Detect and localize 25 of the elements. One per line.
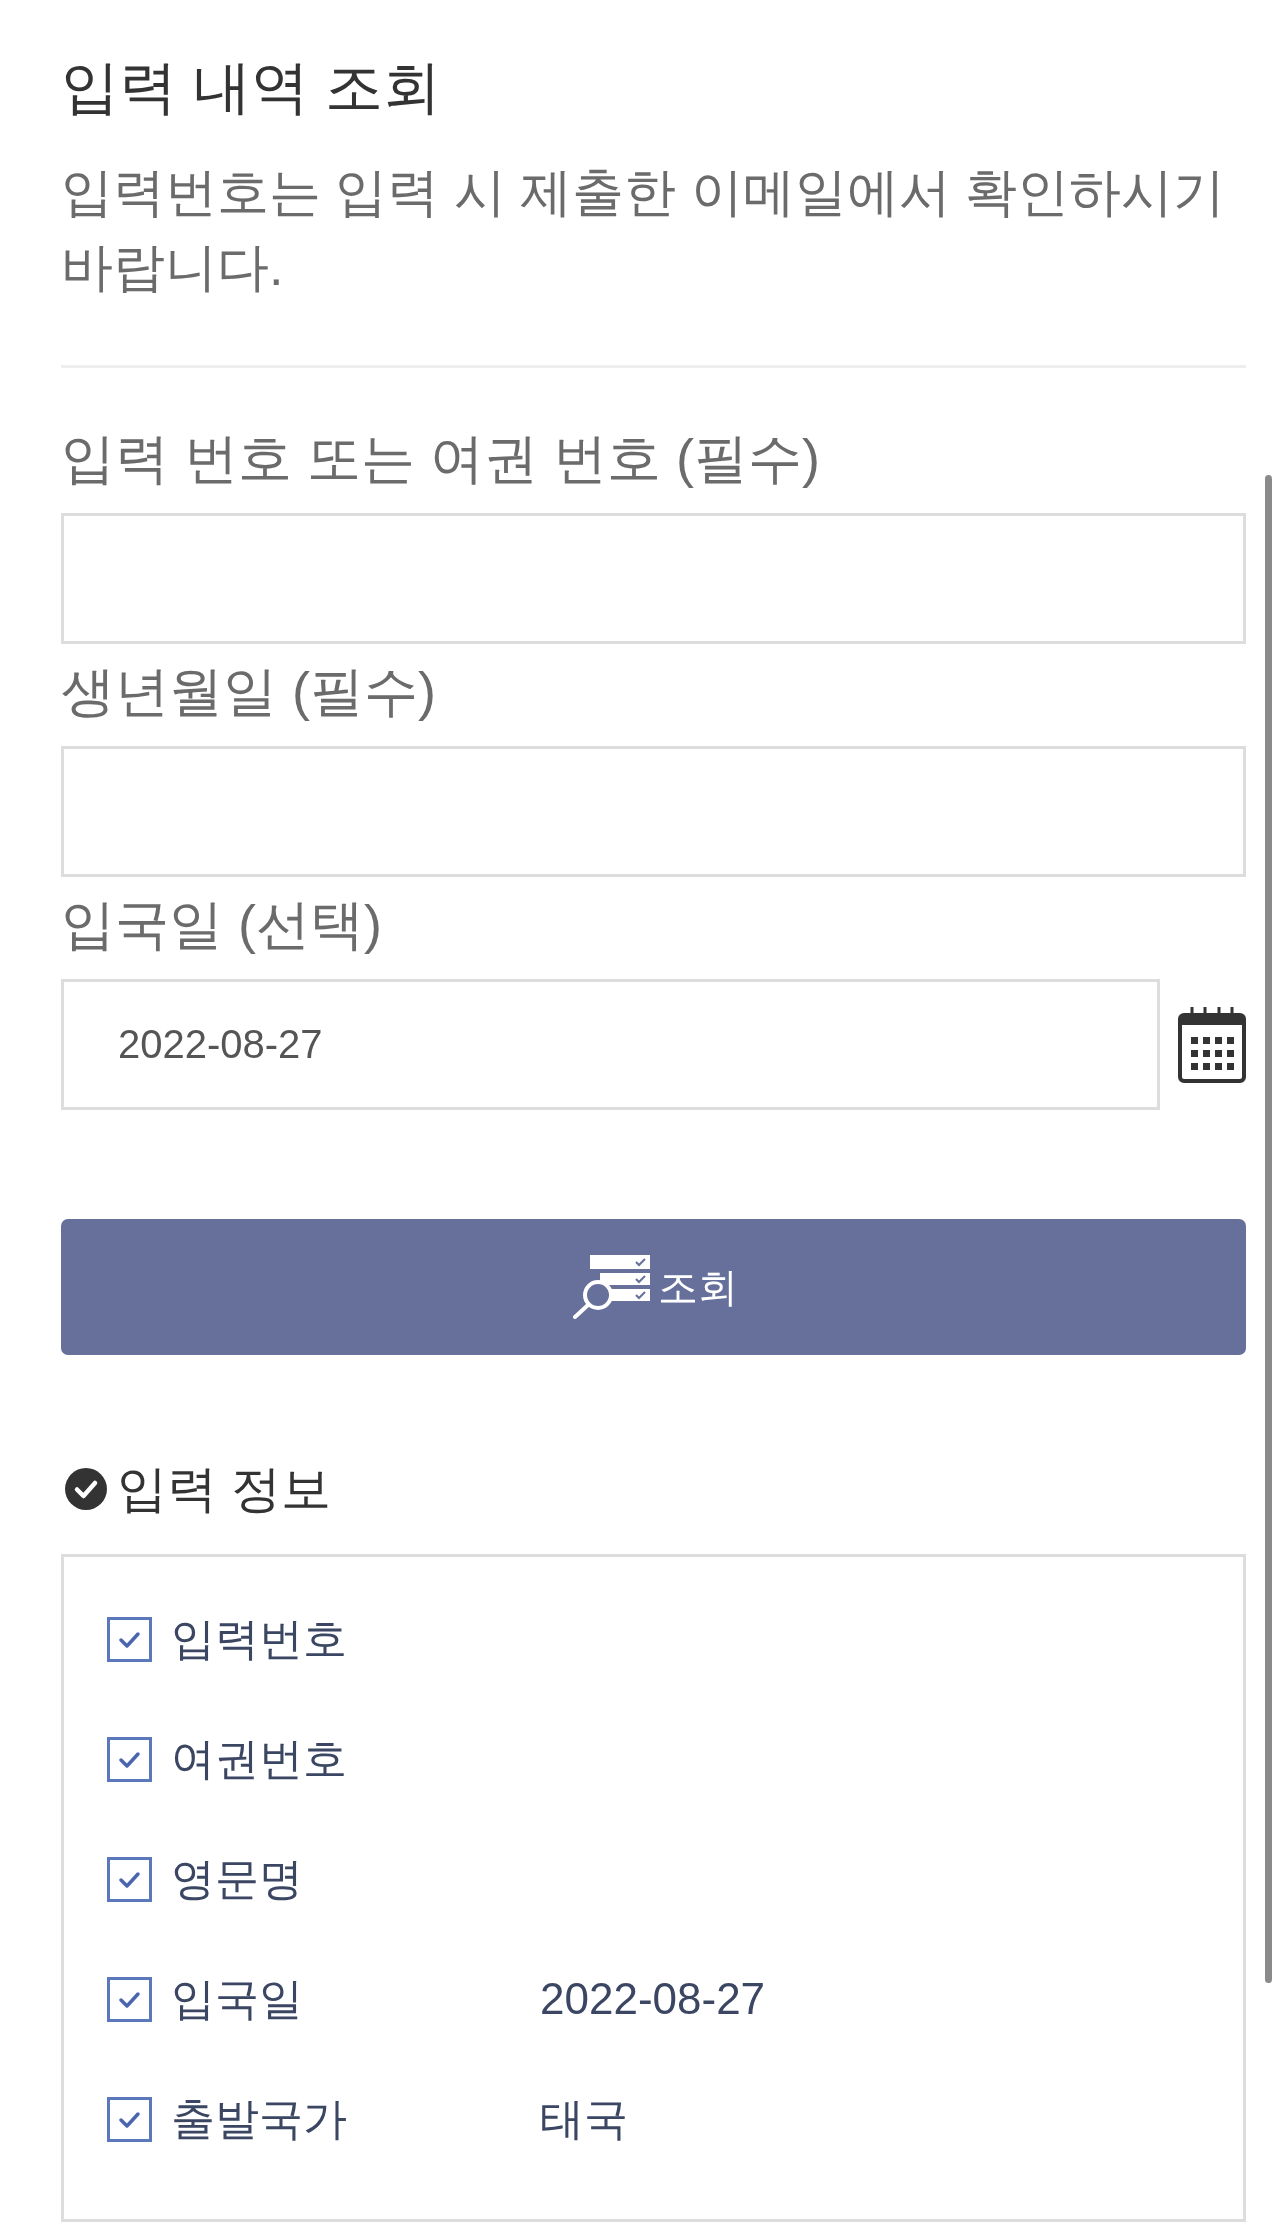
calendar-icon[interactable] (1178, 1006, 1246, 1083)
check-circle-icon (65, 1468, 107, 1510)
checkbox[interactable] (107, 1736, 152, 1782)
checkbox[interactable] (107, 2096, 152, 2142)
checkbox[interactable] (107, 1856, 152, 1902)
search-button[interactable]: 조회 (61, 1219, 1246, 1355)
checkbox[interactable] (107, 1976, 152, 2022)
page-title: 입력 내역 조회 (61, 53, 442, 121)
field-label: 입력 번호 또는 여권 번호 (필수) (61, 427, 820, 490)
checkbox[interactable] (107, 1616, 152, 1662)
item-label: 입국일 (171, 1972, 303, 2025)
text-field[interactable] (61, 513, 1246, 644)
description-text: 입력번호는 입력 시 제출한 이메일에서 확인하시기 바랍니다. (61, 162, 1227, 298)
item-value: 태국 (540, 2092, 628, 2145)
item-label: 여권번호 (171, 1732, 347, 1785)
field-label: 생년월일 (필수) (61, 660, 436, 723)
scrollbar-thumb[interactable] (1265, 475, 1272, 1983)
item-label: 입력번호 (171, 1612, 347, 1665)
section-title: 입력 정보 (117, 1459, 331, 1519)
item-value: 2022-08-27 (540, 1974, 766, 2024)
text-field[interactable] (61, 746, 1246, 877)
date-field[interactable]: 2022-08-27 (61, 979, 1160, 1110)
item-label: 출발국가 (171, 2092, 347, 2145)
item-label: 영문명 (171, 1852, 303, 1905)
field-label: 입국일 (선택) (61, 893, 382, 956)
